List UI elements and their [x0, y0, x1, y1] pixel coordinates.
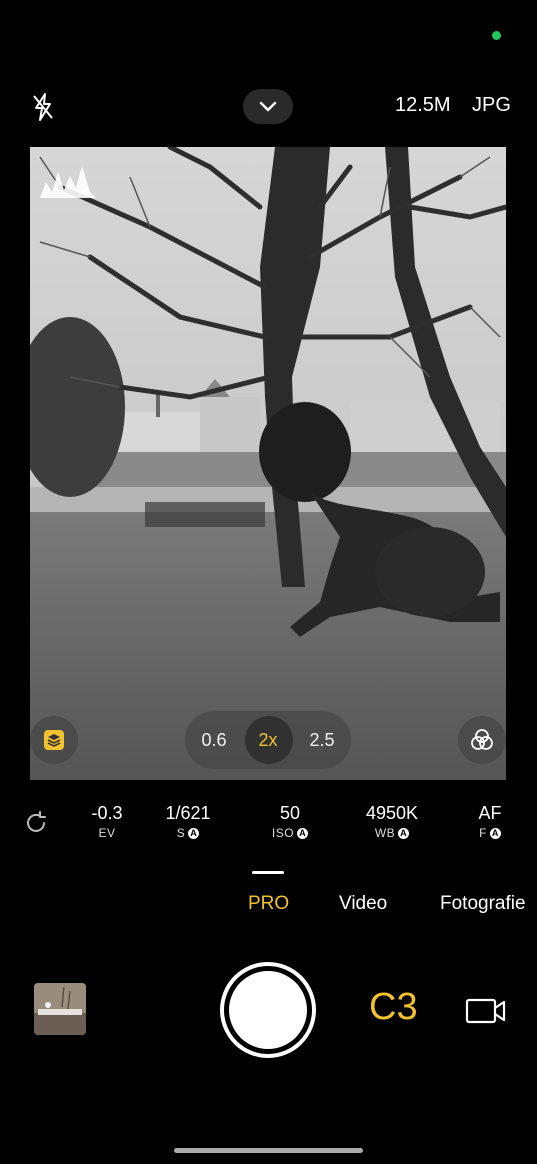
- shutter-button[interactable]: [220, 962, 316, 1058]
- param-ev[interactable]: -0.3 EV: [62, 800, 152, 840]
- custom-mode-button[interactable]: C3: [369, 986, 418, 1029]
- color-filter-icon: [471, 729, 493, 750]
- reset-icon: [27, 811, 46, 832]
- mode-pro[interactable]: PRO: [248, 893, 289, 915]
- camera-active-indicator: [492, 31, 501, 40]
- gallery-thumbnail[interactable]: [34, 983, 86, 1035]
- param-ev-value: -0.3: [91, 803, 123, 823]
- mode-indicator: [252, 871, 284, 874]
- param-shutter[interactable]: 1/621 SA: [143, 800, 233, 840]
- auto-badge: A: [297, 827, 309, 839]
- reset-params-button[interactable]: [24, 811, 48, 840]
- zoom-options: 0.6 2x 2.5: [185, 711, 351, 769]
- zoom-option-2x[interactable]: 2x: [241, 711, 295, 769]
- zoom-option-0.6[interactable]: 0.6: [187, 711, 241, 769]
- param-iso-value: 50: [279, 803, 301, 823]
- param-wb-label: WB: [374, 826, 396, 840]
- layers-icon: [44, 730, 64, 750]
- layers-button[interactable]: [30, 716, 78, 764]
- histogram-overlay: [40, 166, 96, 198]
- format-button[interactable]: JPG: [472, 94, 511, 117]
- color-filter-button[interactable]: [458, 716, 506, 764]
- last-photo-thumbnail: [34, 983, 86, 1035]
- video-camera-icon: [465, 998, 506, 1024]
- viewfinder-preview-image: [30, 147, 506, 780]
- param-iso-label: ISO: [271, 826, 295, 840]
- param-shutter-value: 1/621: [165, 803, 211, 823]
- camera-viewfinder[interactable]: [30, 147, 506, 780]
- param-shutter-label: S: [176, 826, 186, 840]
- param-focus[interactable]: AF FA: [450, 800, 530, 840]
- mode-video[interactable]: Video: [339, 893, 387, 915]
- auto-badge: A: [489, 827, 501, 839]
- flash-off-icon[interactable]: [30, 92, 56, 122]
- param-focus-value: AF: [478, 803, 502, 823]
- auto-badge: A: [188, 827, 200, 839]
- zoom-option-2.5[interactable]: 2.5: [295, 711, 349, 769]
- param-ev-label: EV: [98, 826, 116, 840]
- expand-settings-button[interactable]: [243, 89, 293, 124]
- home-indicator[interactable]: [174, 1148, 363, 1153]
- param-wb-value: 4950K: [365, 803, 419, 823]
- param-wb[interactable]: 4950K WB A: [347, 800, 437, 840]
- resolution-button[interactable]: 12.5M: [395, 94, 451, 117]
- auto-badge: A: [398, 827, 410, 839]
- shutter-button-inner: [229, 971, 307, 1049]
- param-focus-label: F: [479, 826, 487, 840]
- mode-photo[interactable]: Fotografie: [440, 893, 526, 915]
- param-iso[interactable]: 50 ISO A: [245, 800, 335, 840]
- switch-to-video-button[interactable]: [465, 996, 507, 1031]
- chevron-down-icon: [259, 101, 277, 111]
